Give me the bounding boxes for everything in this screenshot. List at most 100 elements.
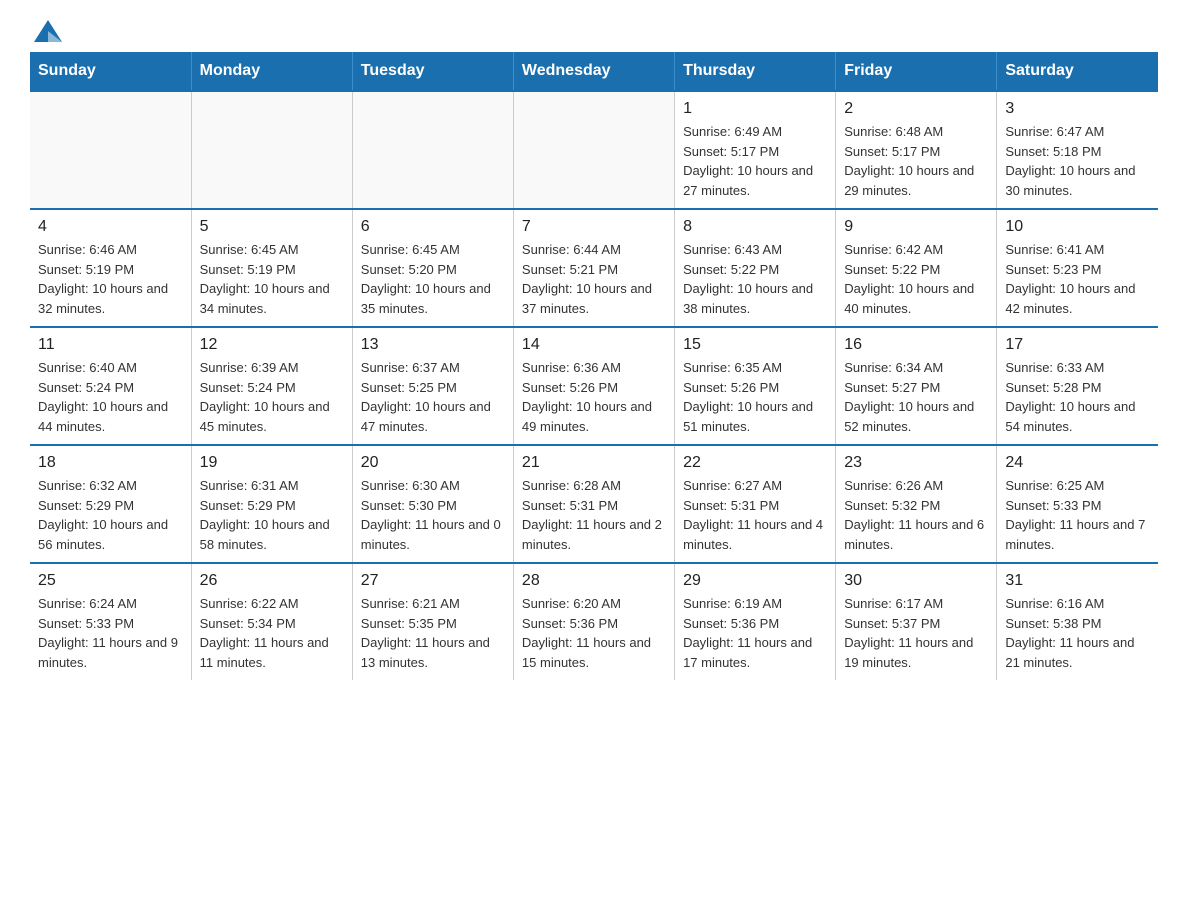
day-number: 8 xyxy=(683,218,827,236)
day-cell: 9Sunrise: 6:42 AMSunset: 5:22 PMDaylight… xyxy=(836,209,997,327)
day-number: 31 xyxy=(1005,572,1150,590)
day-cell: 13 Sunrise: 6:37 AMSunset: 5:25 PMDayligh… xyxy=(352,327,513,445)
day-number: 22 xyxy=(683,454,827,472)
day-info: Sunrise: 6:26 AMSunset: 5:32 PMDaylight:… xyxy=(844,476,988,554)
day-number: 19 xyxy=(200,454,344,472)
day-cell: 20 Sunrise: 6:30 AMSunset: 5:30 PMDayligh… xyxy=(352,445,513,563)
logo xyxy=(30,20,62,42)
day-info: Sunrise: 6:48 AMSunset: 5:17 PMDaylight:… xyxy=(844,122,988,200)
day-cell: 6 Sunrise: 6:45 AMSunset: 5:20 PMDaylight… xyxy=(352,209,513,327)
day-cell: 1 Sunrise: 6:49 AMSunset: 5:17 PMDaylight… xyxy=(675,91,836,209)
day-number: 16 xyxy=(844,336,988,354)
calendar: SundayMondayTuesdayWednesdayThursdayFrid… xyxy=(30,52,1158,680)
day-cell: 7 Sunrise: 6:44 AMSunset: 5:21 PMDaylight… xyxy=(513,209,674,327)
header-cell-monday: Monday xyxy=(191,52,352,91)
day-cell: 2 Sunrise: 6:48 AMSunset: 5:17 PMDaylight… xyxy=(836,91,997,209)
day-cell: 12 Sunrise: 6:39 AMSunset: 5:24 PMDayligh… xyxy=(191,327,352,445)
day-cell: 26Sunrise: 6:22 AMSunset: 5:34 PMDayligh… xyxy=(191,563,352,680)
day-cell: 16 Sunrise: 6:34 AMSunset: 5:27 PMDayligh… xyxy=(836,327,997,445)
day-info: Sunrise: 6:37 AMSunset: 5:25 PMDaylight:… xyxy=(361,358,505,436)
day-cell: 27Sunrise: 6:21 AMSunset: 5:35 PMDayligh… xyxy=(352,563,513,680)
day-number: 3 xyxy=(1005,100,1150,118)
day-number: 5 xyxy=(200,218,344,236)
header-cell-sunday: Sunday xyxy=(30,52,191,91)
logo-blue-text xyxy=(30,20,62,42)
day-cell: 28 Sunrise: 6:20 AMSunset: 5:36 PMDayligh… xyxy=(513,563,674,680)
day-cell: 5 Sunrise: 6:45 AMSunset: 5:19 PMDaylight… xyxy=(191,209,352,327)
day-number: 29 xyxy=(683,572,827,590)
day-number: 10 xyxy=(1005,218,1150,236)
header-cell-tuesday: Tuesday xyxy=(352,52,513,91)
day-cell xyxy=(513,91,674,209)
day-info: Sunrise: 6:47 AMSunset: 5:18 PMDaylight:… xyxy=(1005,122,1150,200)
day-info: Sunrise: 6:16 AMSunset: 5:38 PMDaylight:… xyxy=(1005,594,1150,672)
day-number: 23 xyxy=(844,454,988,472)
day-cell: 25 Sunrise: 6:24 AMSunset: 5:33 PMDayligh… xyxy=(30,563,191,680)
day-info: Sunrise: 6:27 AMSunset: 5:31 PMDaylight:… xyxy=(683,476,827,554)
day-info: Sunrise: 6:40 AMSunset: 5:24 PMDaylight:… xyxy=(38,358,183,436)
day-info: Sunrise: 6:39 AMSunset: 5:24 PMDaylight:… xyxy=(200,358,344,436)
day-info: Sunrise: 6:46 AMSunset: 5:19 PMDaylight:… xyxy=(38,240,183,318)
day-number: 12 xyxy=(200,336,344,354)
day-number: 15 xyxy=(683,336,827,354)
day-cell: 31 Sunrise: 6:16 AMSunset: 5:38 PMDayligh… xyxy=(997,563,1158,680)
day-cell: 21 Sunrise: 6:28 AMSunset: 5:31 PMDayligh… xyxy=(513,445,674,563)
day-cell: 11Sunrise: 6:40 AMSunset: 5:24 PMDayligh… xyxy=(30,327,191,445)
day-cell: 30Sunrise: 6:17 AMSunset: 5:37 PMDayligh… xyxy=(836,563,997,680)
day-number: 1 xyxy=(683,100,827,118)
day-info: Sunrise: 6:36 AMSunset: 5:26 PMDaylight:… xyxy=(522,358,666,436)
header-cell-thursday: Thursday xyxy=(675,52,836,91)
day-info: Sunrise: 6:45 AMSunset: 5:19 PMDaylight:… xyxy=(200,240,344,318)
day-cell: 29 Sunrise: 6:19 AMSunset: 5:36 PMDayligh… xyxy=(675,563,836,680)
day-number: 25 xyxy=(38,572,183,590)
week-row-2: 4Sunrise: 6:46 AMSunset: 5:19 PMDaylight… xyxy=(30,209,1158,327)
header-row: SundayMondayTuesdayWednesdayThursdayFrid… xyxy=(30,52,1158,91)
day-info: Sunrise: 6:45 AMSunset: 5:20 PMDaylight:… xyxy=(361,240,505,318)
header-cell-wednesday: Wednesday xyxy=(513,52,674,91)
day-cell: 24 Sunrise: 6:25 AMSunset: 5:33 PMDayligh… xyxy=(997,445,1158,563)
day-info: Sunrise: 6:33 AMSunset: 5:28 PMDaylight:… xyxy=(1005,358,1150,436)
day-cell: 14 Sunrise: 6:36 AMSunset: 5:26 PMDayligh… xyxy=(513,327,674,445)
day-number: 21 xyxy=(522,454,666,472)
day-cell: 3 Sunrise: 6:47 AMSunset: 5:18 PMDaylight… xyxy=(997,91,1158,209)
day-number: 2 xyxy=(844,100,988,118)
day-number: 18 xyxy=(38,454,183,472)
day-number: 20 xyxy=(361,454,505,472)
day-number: 26 xyxy=(200,572,344,590)
day-number: 7 xyxy=(522,218,666,236)
day-cell: 22 Sunrise: 6:27 AMSunset: 5:31 PMDayligh… xyxy=(675,445,836,563)
day-info: Sunrise: 6:49 AMSunset: 5:17 PMDaylight:… xyxy=(683,122,827,200)
day-cell: 18Sunrise: 6:32 AMSunset: 5:29 PMDayligh… xyxy=(30,445,191,563)
day-number: 30 xyxy=(844,572,988,590)
day-number: 27 xyxy=(361,572,505,590)
day-info: Sunrise: 6:25 AMSunset: 5:33 PMDaylight:… xyxy=(1005,476,1150,554)
day-info: Sunrise: 6:44 AMSunset: 5:21 PMDaylight:… xyxy=(522,240,666,318)
day-info: Sunrise: 6:30 AMSunset: 5:30 PMDaylight:… xyxy=(361,476,505,554)
day-cell: 10 Sunrise: 6:41 AMSunset: 5:23 PMDayligh… xyxy=(997,209,1158,327)
calendar-header: SundayMondayTuesdayWednesdayThursdayFrid… xyxy=(30,52,1158,91)
week-row-1: 1 Sunrise: 6:49 AMSunset: 5:17 PMDaylight… xyxy=(30,91,1158,209)
day-cell: 15Sunrise: 6:35 AMSunset: 5:26 PMDayligh… xyxy=(675,327,836,445)
day-info: Sunrise: 6:28 AMSunset: 5:31 PMDaylight:… xyxy=(522,476,666,554)
header-cell-saturday: Saturday xyxy=(997,52,1158,91)
day-number: 28 xyxy=(522,572,666,590)
day-cell xyxy=(352,91,513,209)
day-info: Sunrise: 6:34 AMSunset: 5:27 PMDaylight:… xyxy=(844,358,988,436)
day-info: Sunrise: 6:20 AMSunset: 5:36 PMDaylight:… xyxy=(522,594,666,672)
day-number: 13 xyxy=(361,336,505,354)
day-cell: 23 Sunrise: 6:26 AMSunset: 5:32 PMDayligh… xyxy=(836,445,997,563)
day-info: Sunrise: 6:19 AMSunset: 5:36 PMDaylight:… xyxy=(683,594,827,672)
logo-arrow-icon xyxy=(34,20,62,42)
day-number: 6 xyxy=(361,218,505,236)
day-number: 14 xyxy=(522,336,666,354)
day-cell xyxy=(191,91,352,209)
day-cell: 17 Sunrise: 6:33 AMSunset: 5:28 PMDayligh… xyxy=(997,327,1158,445)
week-row-3: 11Sunrise: 6:40 AMSunset: 5:24 PMDayligh… xyxy=(30,327,1158,445)
day-info: Sunrise: 6:41 AMSunset: 5:23 PMDaylight:… xyxy=(1005,240,1150,318)
day-info: Sunrise: 6:24 AMSunset: 5:33 PMDaylight:… xyxy=(38,594,183,672)
day-info: Sunrise: 6:43 AMSunset: 5:22 PMDaylight:… xyxy=(683,240,827,318)
day-number: 17 xyxy=(1005,336,1150,354)
day-number: 24 xyxy=(1005,454,1150,472)
day-cell: 4Sunrise: 6:46 AMSunset: 5:19 PMDaylight… xyxy=(30,209,191,327)
day-cell xyxy=(30,91,191,209)
